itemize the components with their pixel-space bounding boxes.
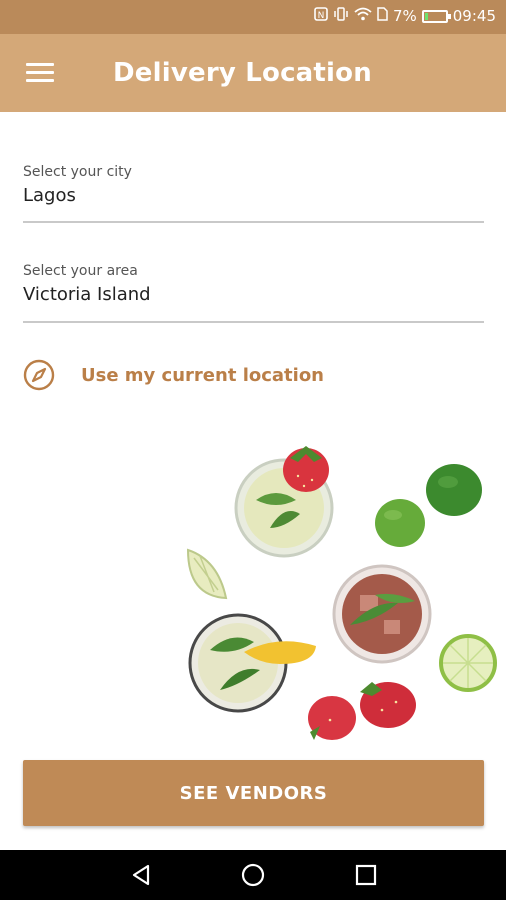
vibrate-icon xyxy=(333,7,349,25)
city-select-value: Lagos xyxy=(23,185,76,206)
nfc-icon: N xyxy=(314,7,328,25)
back-icon[interactable] xyxy=(128,862,154,888)
area-select-value: Victoria Island xyxy=(23,284,151,305)
lime-slice-icon xyxy=(439,634,497,692)
recents-icon[interactable] xyxy=(353,862,379,888)
use-current-location-label: Use my current location xyxy=(81,364,324,386)
page-title: Delivery Location xyxy=(113,58,372,88)
hamburger-menu-icon[interactable] xyxy=(26,63,54,83)
drink-glass-icon xyxy=(188,613,316,713)
city-select[interactable]: Select your city Lagos xyxy=(23,164,484,223)
system-nav-bar xyxy=(0,850,506,900)
use-current-location-button[interactable]: Use my current location xyxy=(23,357,324,393)
strawberry-icon xyxy=(283,446,329,492)
svg-text:N: N xyxy=(318,11,325,21)
status-bar: N 7% 09:45 xyxy=(0,0,506,34)
area-select-label: Select your area xyxy=(23,263,138,279)
lime-icon xyxy=(375,464,482,547)
app-bar: Delivery Location xyxy=(0,34,506,112)
strawberry-icon xyxy=(308,682,416,740)
drinks-illustration xyxy=(186,446,497,740)
city-select-label: Select your city xyxy=(23,164,132,180)
home-icon[interactable] xyxy=(240,862,266,888)
clock: 09:45 xyxy=(452,7,496,25)
see-vendors-button[interactable]: SEE VENDORS xyxy=(23,760,484,826)
drink-glass-icon xyxy=(332,564,432,664)
area-select[interactable]: Select your area Victoria Island xyxy=(23,263,484,323)
wifi-icon xyxy=(354,7,372,25)
status-icons: N 7% 09:45 xyxy=(314,7,496,25)
battery-percent: 7% xyxy=(392,7,417,25)
lemon-slice-icon xyxy=(186,548,228,600)
compass-icon xyxy=(23,359,55,391)
battery-icon xyxy=(421,9,451,23)
sim-icon xyxy=(377,7,388,25)
